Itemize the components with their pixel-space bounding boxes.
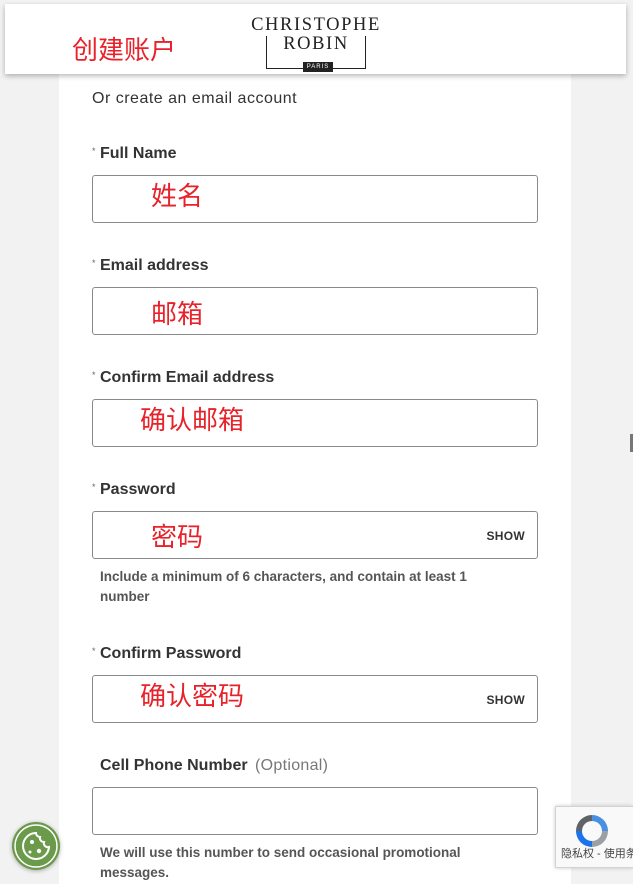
full-name-annotation: 姓名	[151, 182, 204, 212]
email-input[interactable]: 邮箱	[92, 287, 538, 335]
header-annotation: 创建账户	[72, 36, 177, 66]
password-hint: Include a minimum of 6 characters, and c…	[100, 569, 467, 604]
confirm-email-annotation: 确认邮箱	[140, 406, 245, 436]
recaptcha-links[interactable]: 隐私权 - 使用条款	[561, 849, 633, 860]
confirm-email-input[interactable]: 确认邮箱	[92, 399, 538, 447]
password-label: Password	[100, 481, 176, 498]
phone-label-text: Cell Phone Number	[100, 757, 248, 774]
form-intro: Or create an email account	[92, 90, 298, 107]
phone-input[interactable]	[92, 787, 538, 835]
password-annotation: 密码	[151, 523, 204, 553]
recaptcha-icon	[576, 815, 608, 847]
site-header: 创建账户 CHRISTOPHE ROBIN PARIS	[5, 4, 626, 74]
full-name-input[interactable]: 姓名	[92, 175, 538, 223]
email-annotation: 邮箱	[151, 300, 204, 330]
confirm-password-input[interactable]: 确认密码 SHOW	[92, 675, 538, 723]
recaptcha-badge[interactable]: 隐私权 - 使用条款	[555, 806, 633, 868]
required-mark: *	[92, 482, 96, 492]
confirm-password-annotation: 确认密码	[140, 682, 245, 712]
required-mark: *	[92, 146, 96, 156]
show-confirm-password-toggle[interactable]: SHOW	[486, 693, 525, 707]
required-mark: *	[92, 370, 96, 380]
phone-hint: We will use this number to send occasion…	[100, 845, 461, 880]
cookie-settings-button[interactable]	[12, 822, 60, 870]
brand-logo[interactable]: CHRISTOPHE ROBIN PARIS	[250, 14, 382, 72]
full-name-label: Full Name	[100, 145, 177, 162]
phone-label: Cell Phone Number (Optional)	[100, 757, 328, 775]
required-mark: *	[92, 646, 96, 656]
logo-line1: CHRISTOPHE	[250, 14, 382, 36]
logo-tag: PARIS	[303, 62, 333, 72]
email-account-form: Or create an email account * Full Name 姓…	[59, 72, 571, 884]
required-mark: *	[92, 258, 96, 268]
optional-tag: (Optional)	[255, 757, 329, 774]
logo-line2: ROBIN	[283, 34, 349, 54]
show-password-toggle[interactable]: SHOW	[486, 529, 525, 543]
cookie-icon	[14, 824, 58, 868]
confirm-email-label: Confirm Email address	[100, 369, 275, 386]
password-input[interactable]: 密码 SHOW	[92, 511, 538, 559]
confirm-password-label: Confirm Password	[100, 645, 242, 662]
email-label: Email address	[100, 257, 209, 274]
signup-card: Or create an email account * Full Name 姓…	[59, 72, 571, 884]
